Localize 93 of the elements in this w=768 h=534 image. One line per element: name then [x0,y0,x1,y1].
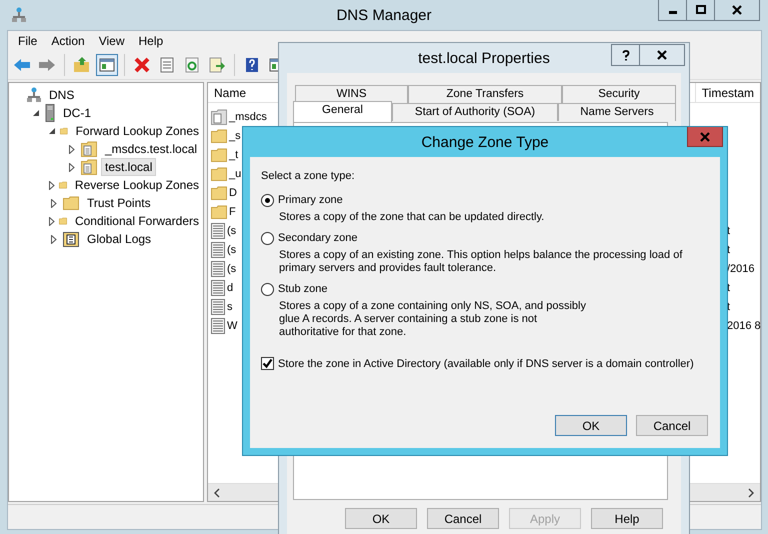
tab[interactable]: General [293,101,392,122]
folder-icon [211,204,227,218]
record-name[interactable]: F [229,206,236,218]
option-description: Stores a copy of the zone that can be updated directly. [278,211,546,224]
tree-item[interactable]: DNS [45,86,78,104]
record-name[interactable]: _u [229,168,242,180]
tab[interactable]: Zone Transfers [408,85,562,103]
log-folder-icon [63,231,79,247]
close-icon [700,132,710,142]
record-name[interactable]: D [229,186,237,198]
option-description: Stores a copy of a zone containing only NS, SOA, and possibly glue A records. A server containing a stub zone is not authoritative for that zone. [278,300,587,339]
checkbox-label[interactable]: Store the zone in Active Directory (available only if DNS server is a domain controller) [278,358,694,370]
help-button[interactable] [611,44,640,66]
expand-arrow-icon[interactable] [49,180,55,190]
network-icon [27,87,41,103]
tree-item[interactable]: test.local [101,158,156,176]
close-icon [732,5,742,15]
folder-icon [211,148,227,162]
radio-button[interactable] [261,282,274,296]
tab[interactable]: Start of Authority (SOA) [392,103,558,121]
expand-arrow-icon[interactable] [49,216,55,226]
record-name[interactable]: (s [227,244,236,256]
expand-arrow-icon[interactable] [67,162,77,172]
folder-icon [211,166,227,180]
tab[interactable]: Name Servers [558,103,676,121]
tree-item[interactable]: Global Logs [83,230,156,248]
dialog-button[interactable]: OK [345,508,417,529]
tree-item[interactable]: Trust Points [83,194,155,212]
radio-button[interactable] [261,232,274,244]
tree-item[interactable]: Reverse Lookup Zones [70,176,203,194]
close-button[interactable] [639,44,685,66]
collapse-arrow-icon[interactable] [49,128,56,134]
option-label[interactable]: Secondary zone [278,232,358,244]
tab[interactable]: WINS [295,85,408,103]
folder-icon [63,196,79,210]
record-name[interactable]: (s [227,262,236,274]
record-icon [211,298,225,314]
server-icon [45,104,55,122]
zone-folder-icon [81,141,97,157]
record-name[interactable]: (s [227,224,236,236]
option-label[interactable]: Primary zone [278,194,343,206]
zone-folder-icon [81,159,97,175]
tree-item[interactable]: Conditional Forwarders [70,212,203,230]
scroll-left-icon[interactable] [213,488,221,498]
table-cell: 2016 8 [727,320,760,332]
tree-item[interactable]: DC-1 [59,104,96,122]
pane-icon[interactable] [96,54,118,76]
tab[interactable]: Security [562,85,676,103]
prompt-text: Select a zone type: [261,170,356,182]
close-button[interactable] [714,0,760,21]
maximize-icon [696,5,706,15]
record-name[interactable]: _s [229,130,241,142]
menu-item[interactable]: View [98,34,124,48]
network-icon [12,7,26,23]
zone-folder-icon [211,108,227,124]
record-icon [211,222,225,238]
record-icon [211,242,225,258]
menu-item[interactable]: File [18,34,38,48]
expand-arrow-icon[interactable] [49,234,59,244]
record-icon [211,260,225,276]
expand-arrow-icon[interactable] [49,198,59,208]
folder-icon [211,128,227,142]
dialog-button[interactable]: OK [555,415,627,436]
window-title: DNS Manager [336,6,432,24]
column-header[interactable]: Timestam [696,83,760,102]
checkbox[interactable] [261,357,274,370]
record-icon [211,280,225,296]
dialog-title: test.local Properties [418,50,550,66]
option-label[interactable]: Stub zone [278,283,328,295]
record-name[interactable]: s [227,300,232,312]
scroll-right-icon[interactable] [747,488,755,498]
expand-arrow-icon[interactable] [67,144,77,154]
folder-icon [211,186,227,200]
dialog-button[interactable]: Cancel [427,508,499,529]
record-name[interactable]: _msdcs [229,110,267,122]
menu-item[interactable]: Help [138,34,164,48]
minimize-button[interactable] [658,0,687,21]
close-icon [657,50,667,60]
tree-item[interactable]: Forward Lookup Zones [72,122,203,140]
record-name[interactable]: d [227,282,234,294]
record-name[interactable]: W [227,320,238,332]
tree-item[interactable]: _msdcs.test.local [101,140,202,158]
collapse-arrow-icon[interactable] [31,110,41,116]
dialog-button[interactable]: Help [591,508,663,529]
option-description: Stores a copy of an existing zone. This option helps balance the processing load of primary servers and provides fault tolerance. [278,249,684,275]
help-icon [622,50,630,60]
record-name[interactable]: _t [229,148,238,160]
record-icon [211,318,225,334]
dialog-button[interactable]: Cancel [636,415,708,436]
table-cell-text: /2016 [727,262,756,274]
radio-button[interactable] [261,194,274,206]
menu-item[interactable]: Action [51,34,85,48]
dialog-title: Change Zone Type [421,134,549,150]
